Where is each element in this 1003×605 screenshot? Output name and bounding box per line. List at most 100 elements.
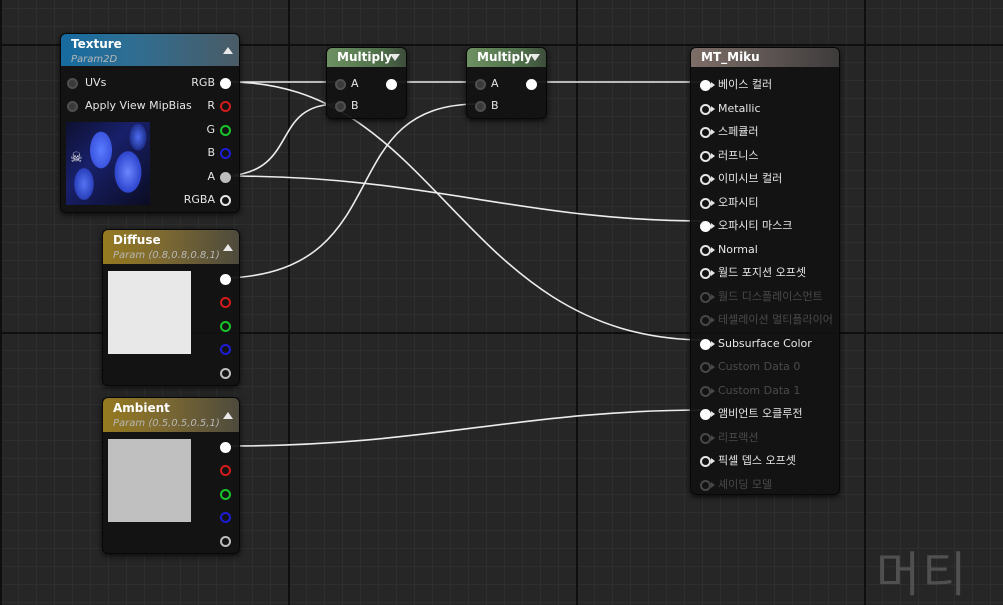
pin-arrow-icon	[711, 364, 715, 370]
b-label: B	[491, 99, 499, 112]
pin-arrow-icon	[711, 458, 715, 464]
roughness-input-pin[interactable]	[700, 150, 711, 162]
texture-node[interactable]: Texture Param2D UVs Apply View MipBias R…	[60, 33, 240, 213]
shading-model-input-pin[interactable]	[700, 479, 711, 491]
subsurface-color-label: Subsurface Color	[718, 336, 812, 350]
specular-input-pin[interactable]	[700, 127, 711, 138]
a-input-pin[interactable]	[475, 79, 486, 90]
opacity-mask-label: 오파시티 마스크	[718, 219, 793, 232]
tessellation-multiplier-input-pin[interactable]	[700, 315, 711, 326]
r-output-pin[interactable]	[220, 101, 231, 112]
multiply-node-header[interactable]: Multiply	[327, 48, 406, 67]
pin-arrow-icon	[711, 129, 715, 135]
normal-input-pin[interactable]	[700, 244, 711, 256]
b-output-pin[interactable]	[220, 148, 231, 159]
world-displacement-input-pin[interactable]	[700, 291, 711, 303]
multiply-output-pin[interactable]	[386, 79, 397, 90]
specular-label: 스페큘러	[718, 125, 759, 138]
opacity-input-pin[interactable]	[700, 197, 711, 209]
multiply-node-header[interactable]: Multiply	[467, 48, 546, 67]
g-output-pin[interactable]	[220, 321, 231, 332]
r-output-pin[interactable]	[220, 465, 231, 476]
b-label: B	[351, 99, 359, 112]
a-output-pin[interactable]	[220, 536, 231, 547]
rgb-output-pin[interactable]	[220, 442, 231, 453]
uvs-label: UVs	[85, 76, 107, 89]
a-label: A	[351, 77, 359, 90]
subsurface-color-input-pin[interactable]	[700, 338, 711, 350]
collapse-arrow-icon[interactable]	[530, 54, 540, 61]
refraction-input-pin[interactable]	[700, 432, 711, 444]
ambient-node[interactable]: Ambient Param (0.5,0.5,0.5,1)	[102, 397, 240, 554]
material-node-header[interactable]: MT_Miku	[691, 48, 839, 67]
diffuse-node[interactable]: Diffuse Param (0.8,0.8,0.8,1)	[102, 229, 240, 386]
uvs-input-pin[interactable]	[67, 78, 78, 89]
world-position-offset-input-pin[interactable]	[700, 268, 711, 279]
pin-arrow-icon	[711, 270, 715, 276]
ambient-occlusion-input-pin[interactable]	[700, 409, 711, 420]
multiply-output-pin[interactable]	[526, 79, 537, 90]
material-result-node[interactable]: MT_Miku 베이스 컬러 Metallic 스페큘러 러프니스 이미시브 컬러 오파시…	[690, 47, 840, 495]
shading-model-label: 셰이딩 모델	[718, 477, 773, 491]
rgb-label: RGB	[191, 76, 215, 89]
emissive-color-label: 이미시브 컬러	[718, 172, 783, 185]
rgb-output-pin[interactable]	[220, 274, 231, 285]
g-label: G	[206, 123, 215, 136]
custom-data-0-input-pin[interactable]	[700, 362, 711, 373]
metallic-input-pin[interactable]	[700, 103, 711, 115]
base-color-label: 베이스 컬러	[718, 78, 773, 91]
opacity-mask-input-pin[interactable]	[700, 221, 711, 232]
pin-arrow-icon	[711, 411, 715, 417]
wire-texture-a-to-opacity-mask	[228, 175, 707, 222]
diffuse-node-header[interactable]: Diffuse Param (0.8,0.8,0.8,1)	[103, 230, 239, 264]
node-subtitle: Param2D	[71, 54, 118, 65]
pin-arrow-icon	[711, 199, 715, 206]
g-output-pin[interactable]	[220, 489, 231, 500]
b-input-pin[interactable]	[475, 101, 486, 112]
base-color-input-pin[interactable]	[700, 80, 711, 91]
node-subtitle: Param (0.5,0.5,0.5,1)	[113, 418, 220, 429]
a-output-pin[interactable]	[220, 368, 231, 379]
a-output-pin[interactable]	[220, 172, 231, 183]
collapse-arrow-icon[interactable]	[390, 54, 400, 61]
multiply-node-2[interactable]: Multiply A B	[466, 47, 547, 119]
node-title: Multiply	[337, 50, 392, 64]
custom-data-1-input-pin[interactable]	[700, 385, 711, 397]
pin-arrow-icon	[711, 176, 715, 182]
collapse-arrow-icon[interactable]	[223, 412, 233, 419]
pixel-depth-offset-input-pin[interactable]	[700, 456, 711, 467]
rgb-output-pin[interactable]	[220, 78, 231, 89]
pin-arrow-icon	[711, 387, 715, 394]
mipbias-input-pin[interactable]	[67, 101, 78, 112]
pin-arrow-icon	[711, 223, 715, 229]
texture-node-header[interactable]: Texture Param2D	[61, 34, 239, 66]
rgba-output-pin[interactable]	[220, 195, 231, 206]
emissive-color-input-pin[interactable]	[700, 174, 711, 185]
pin-arrow-icon	[711, 152, 715, 159]
collapse-arrow-icon[interactable]	[223, 47, 233, 54]
node-title: Texture	[71, 37, 122, 51]
custom-data-0-label: Custom Data 0	[718, 360, 801, 373]
pixel-depth-offset-label: 픽셀 뎁스 오프셋	[718, 454, 796, 467]
node-subtitle: Param (0.8,0.8,0.8,1)	[113, 250, 220, 261]
ambient-node-header[interactable]: Ambient Param (0.5,0.5,0.5,1)	[103, 398, 239, 432]
pin-arrow-icon	[711, 434, 715, 441]
node-title: Diffuse	[113, 233, 161, 247]
pin-arrow-icon	[711, 317, 715, 323]
b-output-pin[interactable]	[220, 344, 231, 355]
pin-arrow-icon	[711, 340, 715, 347]
g-output-pin[interactable]	[220, 125, 231, 136]
refraction-label: 리프랙션	[718, 430, 759, 444]
mipbias-label: Apply View MipBias	[85, 99, 192, 112]
color-preview-swatch	[108, 439, 191, 522]
a-label: A	[491, 77, 499, 90]
b-input-pin[interactable]	[335, 101, 346, 112]
pin-arrow-icon	[711, 293, 715, 300]
metallic-label: Metallic	[718, 101, 761, 115]
r-output-pin[interactable]	[220, 297, 231, 308]
custom-data-1-label: Custom Data 1	[718, 383, 801, 397]
b-output-pin[interactable]	[220, 512, 231, 523]
multiply-node-1[interactable]: Multiply A B	[326, 47, 407, 119]
collapse-arrow-icon[interactable]	[223, 244, 233, 251]
a-input-pin[interactable]	[335, 79, 346, 90]
